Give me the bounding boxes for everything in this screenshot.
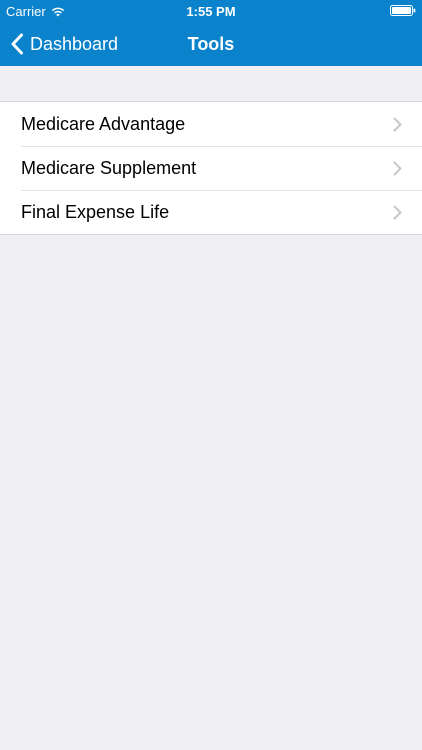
list-item-medicare-supplement[interactable]: Medicare Supplement [0,146,422,190]
list-item-medicare-advantage[interactable]: Medicare Advantage [0,102,422,146]
battery-icon [390,5,416,16]
nav-bar: Dashboard Tools [0,22,422,66]
chevron-right-icon [393,205,402,220]
list-item-label: Final Expense Life [21,201,170,222]
list-item-label: Medicare Advantage [21,113,186,134]
status-time: 1:55 PM [186,4,236,19]
chevron-right-icon [393,161,402,176]
tools-list: Medicare Advantage Medicare Supplement F… [0,101,422,235]
chevron-right-icon [393,117,402,132]
header: Carrier 1:55 PM Dashboard Tools [0,0,422,66]
page-title: Tools [187,34,235,54]
list-item-final-expense-life[interactable]: Final Expense Life [0,190,422,234]
list-item-label: Medicare Supplement [21,157,197,178]
status-bar: Carrier 1:55 PM [0,0,422,22]
